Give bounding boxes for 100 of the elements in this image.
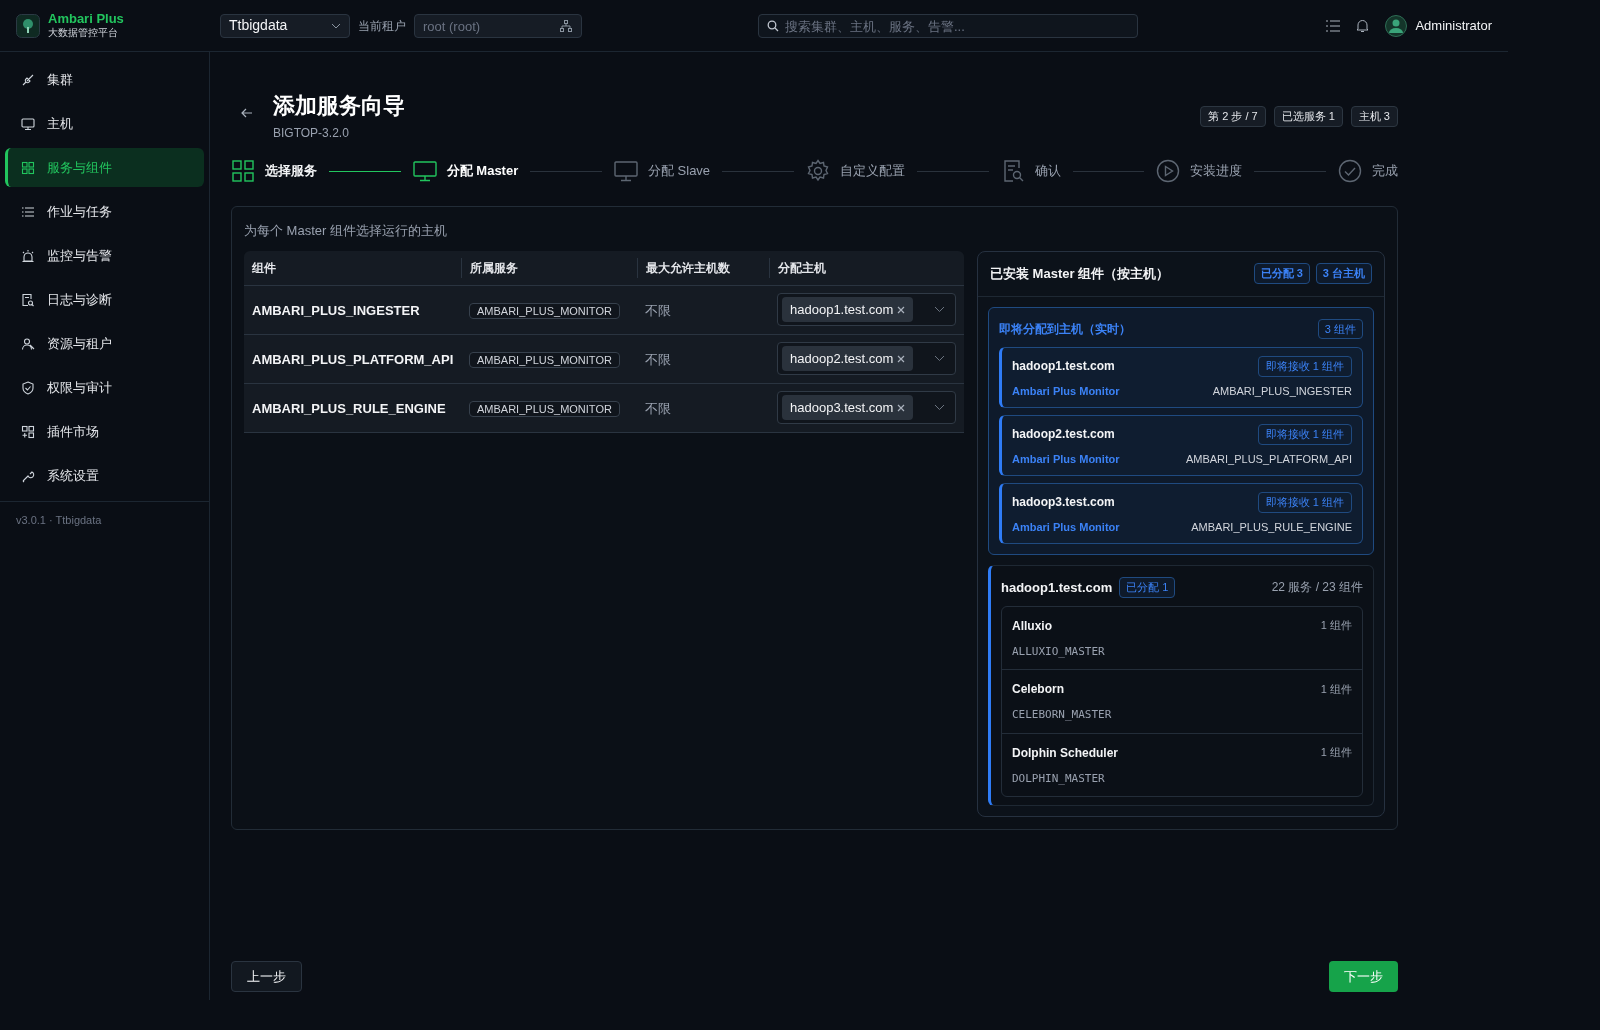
info-badge: 第 2 步 / 7 xyxy=(1200,106,1266,127)
wizard-step: 完成 xyxy=(1338,159,1398,183)
sidebar-item[interactable]: 日志与诊断 xyxy=(5,280,204,319)
component-name: ALLUXIO_MASTER xyxy=(1012,643,1106,660)
component-name: AMBARI_PLUS_RULE_ENGINE xyxy=(252,400,446,416)
component-name: AMBARI_PLUS_INGESTER xyxy=(1212,383,1352,399)
cluster-select[interactable]: Ttbigdata xyxy=(220,13,350,38)
component-count: 1 组件 xyxy=(1320,681,1352,697)
wizard-step: 分配 Slave xyxy=(613,159,711,183)
service-name: Ambari Plus Monitor xyxy=(1012,451,1120,467)
sidebar-item[interactable]: 服务与组件 xyxy=(5,148,204,187)
sidebar-item[interactable]: 作业与任务 xyxy=(5,192,204,231)
version-text: v3.0.1 · Ttbigdata xyxy=(15,513,103,528)
user-name[interactable]: Administrator xyxy=(1415,15,1492,36)
component-count: 1 组件 xyxy=(1320,745,1352,761)
component-count: 1 组件 xyxy=(1320,618,1352,634)
wizard-step: 分配 Master xyxy=(412,159,519,183)
service-name: Dolphin Scheduler xyxy=(1012,744,1118,762)
alarm-icon xyxy=(21,248,35,263)
component-name: AMBARI_PLUS_INGESTER xyxy=(252,302,420,318)
chevron-down-icon xyxy=(934,355,945,362)
hierarchy-icon xyxy=(560,19,572,32)
tenant-label: 当前租户 xyxy=(358,17,406,35)
previous-button[interactable]: 上一步 xyxy=(231,961,302,992)
service-name: Ambari Plus Monitor xyxy=(1012,383,1120,399)
list-icon xyxy=(21,204,35,219)
stack-version: BIGTOP-3.2.0 xyxy=(273,125,350,142)
app-subtitle: 大数据管控平台 xyxy=(48,27,119,40)
host-tag[interactable]: hadoop3.test.com xyxy=(782,395,914,420)
component-name: DOLPHIN_MASTER xyxy=(1012,770,1106,787)
logo-icon xyxy=(16,13,40,38)
users-icon xyxy=(21,336,35,351)
sidebar-item[interactable]: 插件市场 xyxy=(5,412,204,451)
list-icon[interactable] xyxy=(1326,19,1341,32)
bell-icon[interactable] xyxy=(1356,18,1370,33)
receive-badge: 即将接收 1 组件 xyxy=(1257,492,1352,513)
host-name: hadoop3.test.com xyxy=(1012,494,1115,512)
sidebar-item[interactable]: 主机 xyxy=(5,104,204,143)
wizard-title: 添加服务向导 xyxy=(273,92,405,120)
info-badge: 主机 3 xyxy=(1350,106,1398,127)
service-name: Ambari Plus Monitor xyxy=(1012,519,1120,535)
column-header: 最大允许主机数 xyxy=(646,259,730,277)
max-hosts-text: 不限 xyxy=(645,400,671,416)
wizard-step: 自定义配置 xyxy=(805,159,905,183)
count-badge: 已分配 3 xyxy=(1253,263,1310,284)
count-badge: 3 台主机 xyxy=(1315,263,1372,284)
close-icon[interactable] xyxy=(897,305,906,314)
close-icon[interactable] xyxy=(897,354,906,363)
column-header: 所属服务 xyxy=(470,259,518,277)
monitor-icon xyxy=(613,159,638,183)
component-name: AMBARI_PLUS_RULE_ENGINE xyxy=(1191,519,1352,535)
wizard-step: 选择服务 xyxy=(231,159,317,183)
app-name: Ambari Plus xyxy=(48,11,124,28)
max-hosts-text: 不限 xyxy=(645,302,671,318)
sidebar-item[interactable]: 系统设置 xyxy=(5,456,204,495)
service-tag: AMBARI_PLUS_MONITOR xyxy=(469,302,620,319)
receive-badge: 即将接收 1 组件 xyxy=(1257,424,1352,445)
component-name: AMBARI_PLUS_PLATFORM_API xyxy=(252,351,454,367)
service-tag: AMBARI_PLUS_MONITOR xyxy=(469,400,620,417)
component-name: AMBARI_PLUS_PLATFORM_API xyxy=(1185,451,1352,467)
plugin-icon xyxy=(21,424,35,439)
host-summary: 22 服务 / 23 组件 xyxy=(1271,579,1363,597)
search-icon xyxy=(767,19,779,32)
search-field[interactable]: 搜索集群、主机、服务、告警... xyxy=(758,14,1138,38)
column-header: 组件 xyxy=(252,259,276,277)
sidebar-item[interactable]: 权限与审计 xyxy=(5,368,204,407)
host-tag[interactable]: hadoop1.test.com xyxy=(782,297,914,322)
hint-text: 为每个 Master 组件选择运行的主机 xyxy=(244,222,448,240)
monitor-icon xyxy=(412,159,437,183)
host-tag[interactable]: hadoop2.test.com xyxy=(782,346,914,371)
host-select[interactable]: hadoop3.test.com xyxy=(777,391,956,424)
monitor-icon xyxy=(21,116,35,131)
count-badge: 3 组件 xyxy=(1317,318,1363,339)
service-name: Celeborn xyxy=(1012,681,1064,698)
wizard-step: 确认 xyxy=(1000,159,1061,183)
assigned-badge: 已分配 1 xyxy=(1119,577,1176,598)
service-name: Alluxio xyxy=(1012,617,1052,635)
log-search-icon xyxy=(21,292,35,307)
max-hosts-text: 不限 xyxy=(645,351,671,367)
column-header: 分配主机 xyxy=(778,259,826,277)
close-icon[interactable] xyxy=(897,403,906,412)
host-name: hadoop1.test.com xyxy=(1012,358,1115,376)
receive-badge: 即将接收 1 组件 xyxy=(1257,356,1352,377)
host-name: hadoop2.test.com xyxy=(1012,426,1115,444)
sidebar-item[interactable]: 监控与告警 xyxy=(5,236,204,275)
chevron-down-icon xyxy=(934,404,945,411)
wizard-step: 安装进度 xyxy=(1156,159,1243,183)
shield-icon xyxy=(21,380,35,395)
info-badge: 已选服务 1 xyxy=(1273,106,1343,127)
host-select[interactable]: hadoop2.test.com xyxy=(777,342,956,375)
check-circle-icon xyxy=(1338,159,1362,183)
host-select[interactable]: hadoop1.test.com xyxy=(777,293,956,326)
panel-title: 已安装 Master 组件（按主机） xyxy=(990,264,1170,283)
sidebar-item[interactable]: 集群 xyxy=(5,60,204,99)
avatar-icon xyxy=(1385,14,1408,37)
back-arrow-icon[interactable] xyxy=(241,107,253,119)
grid-icon xyxy=(21,160,35,175)
sidebar-item[interactable]: 资源与租户 xyxy=(5,324,204,363)
pending-title: 即将分配到主机（实时） xyxy=(999,320,1131,338)
chevron-down-icon xyxy=(934,306,945,313)
